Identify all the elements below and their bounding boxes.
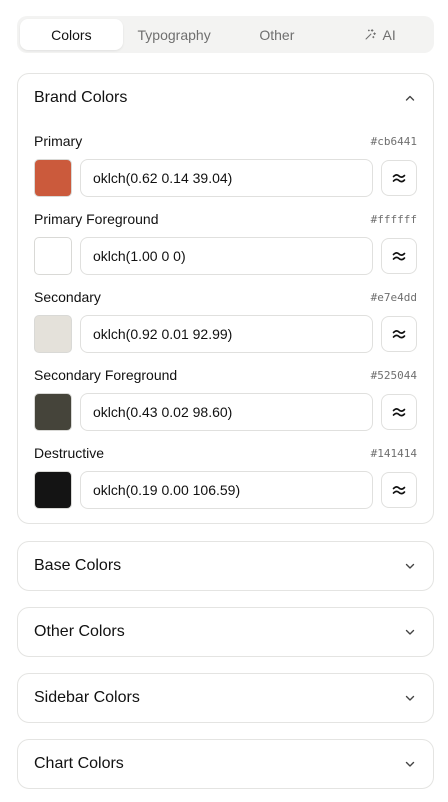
- color-row-secondary-foreground: Secondary Foreground #525044: [18, 365, 433, 443]
- tab-label: Typography: [137, 26, 211, 43]
- color-hex: #525044: [370, 368, 417, 382]
- wave-icon: [392, 252, 406, 261]
- tab-label: Colors: [51, 26, 92, 43]
- color-label: Destructive: [34, 445, 105, 461]
- wave-icon: [392, 330, 406, 339]
- other-colors-header[interactable]: Other Colors: [18, 608, 433, 656]
- color-swatch[interactable]: [34, 237, 72, 275]
- sidebar-colors-section[interactable]: Sidebar Colors: [17, 673, 434, 723]
- tab-other[interactable]: Other: [226, 19, 329, 50]
- color-value-input[interactable]: [80, 315, 373, 353]
- color-value-input[interactable]: [80, 159, 373, 197]
- brand-colors-section: Brand Colors Primary #cb6441 Primary For…: [17, 73, 434, 524]
- color-row-primary-foreground: Primary Foreground #ffffff: [18, 209, 433, 287]
- tab-typography[interactable]: Typography: [123, 19, 226, 50]
- color-label: Primary Foreground: [34, 211, 159, 227]
- color-row-primary: Primary #cb6441: [18, 131, 433, 209]
- other-colors-section[interactable]: Other Colors: [17, 607, 434, 657]
- adjust-button[interactable]: [381, 316, 417, 352]
- color-swatch[interactable]: [34, 315, 72, 353]
- chart-colors-header[interactable]: Chart Colors: [18, 740, 433, 788]
- adjust-button[interactable]: [381, 238, 417, 274]
- color-hex: #e7e4dd: [370, 290, 417, 304]
- wave-icon: [392, 486, 406, 495]
- color-label: Secondary Foreground: [34, 367, 178, 383]
- chevron-down-icon: [405, 761, 415, 767]
- adjust-button[interactable]: [381, 394, 417, 430]
- wave-icon: [392, 408, 406, 417]
- tab-ai[interactable]: AI: [328, 19, 431, 50]
- chevron-up-icon: [405, 95, 415, 101]
- color-hex: #cb6441: [370, 134, 417, 148]
- color-value-input[interactable]: [80, 471, 373, 509]
- color-hex: #141414: [370, 446, 417, 460]
- section-title: Base Colors: [34, 557, 122, 574]
- section-title: Brand Colors: [34, 89, 128, 106]
- sparkles-icon: [365, 29, 376, 40]
- adjust-button[interactable]: [381, 160, 417, 196]
- tab-bar: Colors Typography Other AI: [17, 16, 434, 53]
- color-value-input[interactable]: [80, 393, 373, 431]
- color-label: Primary: [34, 133, 83, 149]
- chevron-down-icon: [405, 563, 415, 569]
- tab-label: Other: [259, 26, 295, 43]
- section-title: Chart Colors: [34, 755, 124, 772]
- tab-colors[interactable]: Colors: [20, 19, 123, 50]
- chevron-down-icon: [405, 629, 415, 635]
- tab-label: AI: [382, 26, 396, 43]
- color-value-input[interactable]: [80, 237, 373, 275]
- chart-colors-section[interactable]: Chart Colors: [17, 739, 434, 789]
- brand-colors-header[interactable]: Brand Colors: [18, 74, 433, 122]
- color-swatch[interactable]: [34, 471, 72, 509]
- base-colors-section[interactable]: Base Colors: [17, 541, 434, 591]
- color-swatch[interactable]: [34, 159, 72, 197]
- adjust-button[interactable]: [381, 472, 417, 508]
- base-colors-header[interactable]: Base Colors: [18, 542, 433, 590]
- wave-icon: [392, 174, 406, 183]
- section-title: Other Colors: [34, 623, 125, 640]
- section-title: Sidebar Colors: [34, 689, 140, 706]
- color-row-destructive: Destructive #141414: [18, 443, 433, 521]
- color-row-secondary: Secondary #e7e4dd: [18, 287, 433, 365]
- chevron-down-icon: [405, 695, 415, 701]
- sidebar-colors-header[interactable]: Sidebar Colors: [18, 674, 433, 722]
- color-label: Secondary: [34, 289, 101, 305]
- color-hex: #ffffff: [370, 212, 417, 226]
- color-swatch[interactable]: [34, 393, 72, 431]
